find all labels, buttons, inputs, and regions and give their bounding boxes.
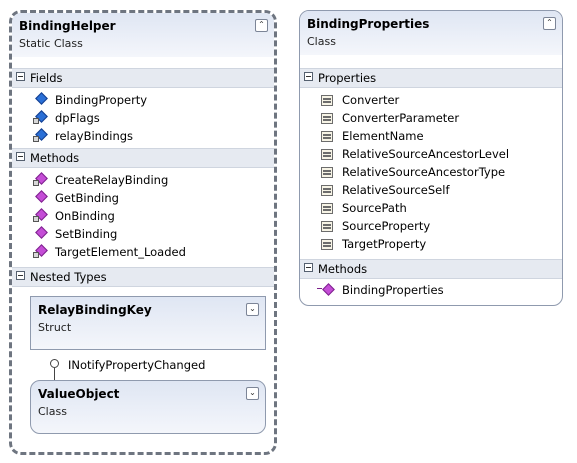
class-title: BindingHelper (19, 19, 116, 33)
member-label: TargetProperty (342, 237, 427, 251)
struct-title: RelayBindingKey (38, 303, 152, 317)
class-title: ValueObject (38, 387, 120, 401)
property-icon (320, 93, 334, 107)
collapse-minus-icon[interactable] (304, 72, 313, 81)
private-field-icon (33, 129, 47, 143)
class-title: BindingProperties (307, 17, 430, 31)
collapse-icon[interactable]: ⌃ (543, 17, 556, 30)
member-label: relayBindings (55, 129, 134, 143)
class-header: BindingProperties Class ⌃ (300, 11, 562, 55)
member-label: RelativeSourceAncestorLevel (342, 147, 510, 161)
fields-compartment[interactable]: Fields (12, 68, 274, 88)
binding-properties-class[interactable]: BindingProperties Class ⌃ Properties Con… (299, 10, 563, 306)
member-label: ElementName (342, 129, 424, 143)
private-method-icon (33, 173, 47, 187)
methods-compartment[interactable]: Methods (12, 148, 274, 168)
compartment-label: Methods (30, 151, 80, 165)
method-icon (33, 227, 47, 241)
property-icon (320, 237, 334, 251)
class-kind: Class (38, 405, 67, 418)
expand-icon[interactable]: ⌄ (246, 387, 259, 400)
member-label: GetBinding (55, 191, 119, 205)
relay-binding-key-struct[interactable]: RelayBindingKey Struct ⌄ (30, 296, 266, 350)
property-icon (320, 147, 334, 161)
nested-types-compartment[interactable]: Nested Types (12, 267, 274, 287)
interface-connector (54, 368, 55, 380)
collapse-minus-icon[interactable] (16, 72, 25, 81)
method-icon (33, 191, 47, 205)
property-icon (320, 111, 334, 125)
struct-kind: Struct (38, 321, 72, 334)
binding-helper-class[interactable]: BindingHelper Static Class ⌃ Fields Bind… (9, 10, 277, 455)
interface-label: INotifyPropertyChanged (68, 358, 206, 372)
property-icon (320, 201, 334, 215)
collapse-minus-icon[interactable] (16, 271, 25, 280)
class-header: BindingHelper Static Class ⌃ (12, 13, 274, 57)
member-label: SourceProperty (342, 219, 431, 233)
properties-compartment[interactable]: Properties (300, 68, 562, 88)
constructor-method-icon (317, 283, 334, 297)
member-label: RelativeSourceAncestorType (342, 165, 506, 179)
property-icon (320, 129, 334, 143)
field-icon (33, 93, 47, 107)
compartment-label: Fields (30, 71, 63, 85)
member-label: CreateRelayBinding (55, 173, 169, 187)
collapse-minus-icon[interactable] (304, 263, 313, 272)
member-label: BindingProperty (55, 93, 148, 107)
collapse-icon[interactable]: ⌃ (255, 19, 268, 32)
expand-icon[interactable]: ⌄ (246, 303, 259, 316)
interface-lollipop-icon (50, 359, 59, 368)
member-label: ConverterParameter (342, 111, 460, 125)
compartment-label: Nested Types (30, 270, 107, 284)
private-field-icon (33, 111, 47, 125)
class-kind: Static Class (19, 37, 83, 50)
member-label: Converter (342, 93, 400, 107)
member-label: dpFlags (55, 111, 100, 125)
property-icon (320, 183, 334, 197)
compartment-label: Methods (318, 262, 368, 276)
class-kind: Class (307, 35, 336, 48)
private-method-icon (33, 209, 47, 223)
methods-compartment[interactable]: Methods (300, 259, 562, 279)
member-label: OnBinding (55, 209, 115, 223)
member-label: TargetElement_Loaded (55, 245, 186, 259)
value-object-class[interactable]: ValueObject Class ⌄ (30, 380, 266, 434)
member-label: RelativeSourceSelf (342, 183, 450, 197)
member-label: SetBinding (55, 227, 118, 241)
property-icon (320, 219, 334, 233)
compartment-label: Properties (318, 71, 377, 85)
member-label: SourcePath (342, 201, 407, 215)
property-icon (320, 165, 334, 179)
member-label: BindingProperties (342, 283, 444, 297)
collapse-minus-icon[interactable] (16, 152, 25, 161)
private-method-icon (33, 245, 47, 259)
